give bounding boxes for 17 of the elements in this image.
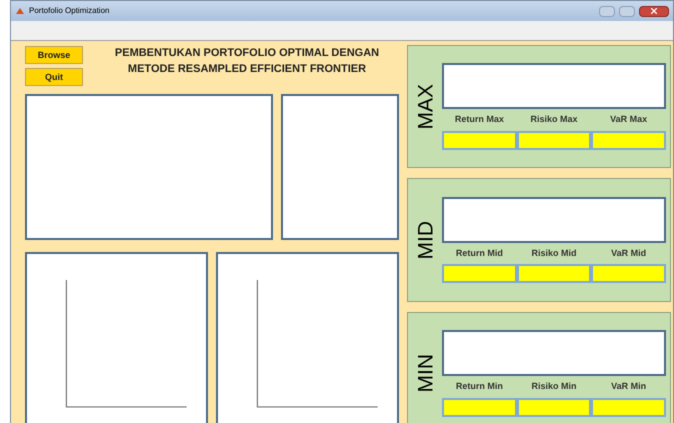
panel-label: MIN xyxy=(414,354,438,393)
field-label: VaR Max xyxy=(609,113,648,126)
field-label: Risiko Mid xyxy=(530,246,578,260)
panel-label: MID xyxy=(414,220,438,260)
field-label: Return Min xyxy=(454,380,504,394)
field-label: VaR Mid xyxy=(610,246,648,260)
heading-text: PEMBENTUKAN PORTOFOLIO OPTIMAL DENGAN xyxy=(114,46,380,61)
field-label: Risiko Min xyxy=(530,380,578,394)
field-label: Return Mid xyxy=(454,246,504,260)
window-title: Portofolio Optimization xyxy=(29,5,110,17)
panel-label: MAX xyxy=(414,84,438,130)
field-label: VaR Min xyxy=(610,380,648,394)
field-label: Risiko Max xyxy=(529,113,579,126)
action-button[interactable]: Quit xyxy=(25,68,83,86)
heading-text: METODE RESAMPLED EFFICIENT FRONTIER xyxy=(128,62,366,77)
field-label: Return Max xyxy=(454,113,505,126)
action-button[interactable]: Browse xyxy=(25,46,83,64)
